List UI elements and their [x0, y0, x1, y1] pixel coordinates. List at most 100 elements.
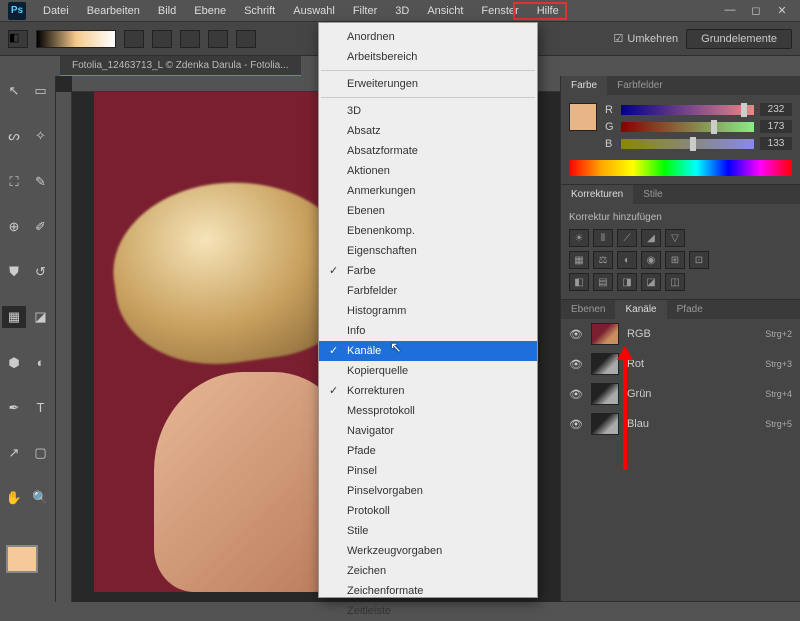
menu-item-navigator[interactable]: Navigator: [319, 421, 537, 441]
heal-tool-icon[interactable]: ⊕: [2, 216, 26, 238]
close-icon[interactable]: ✕: [772, 4, 792, 17]
marquee-tool-icon[interactable]: ▭: [29, 80, 53, 102]
photo-filter-icon[interactable]: ◉: [641, 251, 661, 269]
exposure-icon[interactable]: ◢: [641, 229, 661, 247]
menu-item-ebenenkomp[interactable]: Ebenenkomp.: [319, 221, 537, 241]
tab-ebenen[interactable]: Ebenen: [561, 300, 615, 319]
stamp-tool-icon[interactable]: ⛊: [2, 261, 26, 283]
slider-g[interactable]: [621, 122, 754, 132]
tab-farbfelder[interactable]: Farbfelder: [607, 76, 673, 95]
brush-tool-icon[interactable]: ✐: [29, 216, 53, 238]
visibility-icon[interactable]: 👁: [569, 388, 583, 401]
workspace-switcher[interactable]: Grundelemente: [686, 29, 792, 49]
window-controls[interactable]: — ◻ ✕: [720, 4, 792, 17]
pen-tool-icon[interactable]: ✒: [2, 397, 26, 419]
tab-pfade[interactable]: Pfade: [667, 300, 713, 319]
menu-item-stile[interactable]: Stile: [319, 521, 537, 541]
menu-item-aktionen[interactable]: Aktionen: [319, 161, 537, 181]
levels-icon[interactable]: ⫴: [593, 229, 613, 247]
menu-item-pfade[interactable]: Pfade: [319, 441, 537, 461]
menu-item-absatzformate[interactable]: Absatzformate: [319, 141, 537, 161]
menu-item-pinselvorgaben[interactable]: Pinselvorgaben: [319, 481, 537, 501]
menu-hilfe[interactable]: Hilfe: [528, 2, 568, 20]
menu-item-protokoll[interactable]: Protokoll: [319, 501, 537, 521]
foreground-swatch[interactable]: [569, 103, 597, 131]
value-r[interactable]: 232: [760, 103, 792, 116]
menu-ansicht[interactable]: Ansicht: [418, 2, 472, 20]
channel-grün[interactable]: 👁GrünStrg+4: [561, 379, 800, 409]
menu-filter[interactable]: Filter: [344, 2, 386, 20]
linear-grad-icon[interactable]: [124, 30, 144, 48]
gradient-tool-icon[interactable]: ▦: [2, 306, 26, 328]
channel-rot[interactable]: 👁RotStrg+3: [561, 349, 800, 379]
tool-preset-icon[interactable]: ◧: [8, 30, 28, 48]
zoom-tool-icon[interactable]: 🔍: [29, 487, 53, 509]
menu-item-zeitleiste[interactable]: Zeitleiste: [319, 601, 537, 621]
mixer-icon[interactable]: ⊞: [665, 251, 685, 269]
channel-blau[interactable]: 👁BlauStrg+5: [561, 409, 800, 439]
eraser-tool-icon[interactable]: ◪: [29, 306, 53, 328]
menu-3d[interactable]: 3D: [386, 2, 418, 20]
lasso-tool-icon[interactable]: ᔕ: [2, 125, 26, 147]
crop-tool-icon[interactable]: ⛶: [2, 171, 26, 193]
menu-item-messprotokoll[interactable]: Messprotokoll: [319, 401, 537, 421]
diamond-grad-icon[interactable]: [236, 30, 256, 48]
shape-tool-icon[interactable]: ▢: [29, 442, 53, 464]
menu-item-anmerkungen[interactable]: Anmerkungen: [319, 181, 537, 201]
visibility-icon[interactable]: 👁: [569, 358, 583, 371]
menu-ebene[interactable]: Ebene: [185, 2, 235, 20]
gradient-map-icon[interactable]: ◪: [641, 273, 661, 291]
menu-item-info[interactable]: Info: [319, 321, 537, 341]
tab-korrekturen[interactable]: Korrekturen: [561, 185, 633, 204]
menu-fenster[interactable]: Fenster: [472, 2, 527, 20]
reverse-checkbox[interactable]: ☑ Umkehren: [614, 32, 679, 45]
menu-item-pinsel[interactable]: Pinsel: [319, 461, 537, 481]
reflected-grad-icon[interactable]: [208, 30, 228, 48]
type-tool-icon[interactable]: T: [29, 397, 53, 419]
visibility-icon[interactable]: 👁: [569, 328, 583, 341]
tab-kanäle[interactable]: Kanäle: [615, 300, 666, 319]
channel-rgb[interactable]: 👁RGBStrg+2: [561, 319, 800, 349]
menu-item-farbe[interactable]: Farbe: [319, 261, 537, 281]
menu-item-anordnen[interactable]: Anordnen: [319, 27, 537, 47]
menu-item-werkzeugvorgaben[interactable]: Werkzeugvorgaben: [319, 541, 537, 561]
value-g[interactable]: 173: [760, 120, 792, 133]
menu-datei[interactable]: Datei: [34, 2, 78, 20]
curves-icon[interactable]: ⟋: [617, 229, 637, 247]
dodge-tool-icon[interactable]: ◐: [29, 352, 53, 374]
vibrance-icon[interactable]: ▽: [665, 229, 685, 247]
slider-b[interactable]: [621, 139, 754, 149]
maximize-icon[interactable]: ◻: [746, 4, 766, 17]
menu-item-arbeitsbereich[interactable]: Arbeitsbereich: [319, 47, 537, 67]
threshold-icon[interactable]: ◨: [617, 273, 637, 291]
minimize-icon[interactable]: —: [720, 4, 740, 17]
document-tab[interactable]: Fotolia_12463713_L © Zdenka Darula - Fot…: [60, 56, 301, 76]
color-swatches[interactable]: [2, 541, 53, 598]
brightness-icon[interactable]: ☀: [569, 229, 589, 247]
blur-tool-icon[interactable]: ⬢: [2, 352, 26, 374]
hand-tool-icon[interactable]: ✋: [2, 487, 26, 509]
tab-stile[interactable]: Stile: [633, 185, 672, 204]
slider-r[interactable]: [621, 105, 754, 115]
value-b[interactable]: 133: [760, 137, 792, 150]
angle-grad-icon[interactable]: [180, 30, 200, 48]
history-brush-icon[interactable]: ↺: [29, 261, 53, 283]
menu-item-ebenen[interactable]: Ebenen: [319, 201, 537, 221]
menu-item-farbfelder[interactable]: Farbfelder: [319, 281, 537, 301]
lookup-icon[interactable]: ⊡: [689, 251, 709, 269]
selective-icon[interactable]: ◫: [665, 273, 685, 291]
menu-item-korrekturen[interactable]: Korrekturen: [319, 381, 537, 401]
menu-item-kanle[interactable]: Kanäle: [319, 341, 537, 361]
menu-item-3d[interactable]: 3D: [319, 101, 537, 121]
move-tool-icon[interactable]: ↖: [2, 80, 26, 102]
spectrum-ramp[interactable]: [569, 160, 792, 176]
menu-auswahl[interactable]: Auswahl: [284, 2, 344, 20]
menu-schrift[interactable]: Schrift: [235, 2, 284, 20]
tab-farbe[interactable]: Farbe: [561, 76, 607, 95]
path-tool-icon[interactable]: ↗: [2, 442, 26, 464]
menu-bild[interactable]: Bild: [149, 2, 185, 20]
menu-item-absatz[interactable]: Absatz: [319, 121, 537, 141]
bw-icon[interactable]: ◐: [617, 251, 637, 269]
radial-grad-icon[interactable]: [152, 30, 172, 48]
menu-item-zeichen[interactable]: Zeichen: [319, 561, 537, 581]
